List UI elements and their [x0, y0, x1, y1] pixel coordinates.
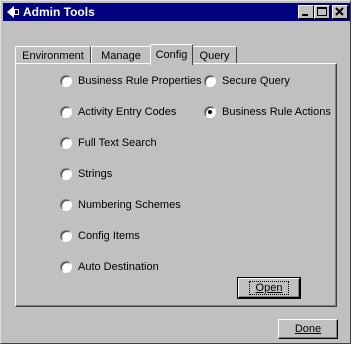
radio-button[interactable]	[60, 137, 72, 149]
open-button-label: Open	[255, 282, 283, 294]
maximize-button[interactable]	[314, 5, 330, 19]
option-label: Config Items	[78, 230, 140, 242]
option-label: Strings	[78, 168, 113, 180]
option-activity-entry-codes[interactable]: Activity Entry Codes	[60, 106, 176, 118]
minimize-icon	[302, 14, 308, 16]
option-business-rule-properties[interactable]: Business Rule Properties	[60, 75, 202, 87]
window-title: Admin Tools	[23, 5, 95, 19]
radio-button[interactable]	[60, 75, 72, 87]
tab-strip: Environment Manage Config Query	[15, 44, 335, 65]
option-label: Business Rule Properties	[78, 75, 202, 87]
title-bar[interactable]: Admin Tools	[3, 3, 350, 21]
tab-environment[interactable]: Environment	[15, 46, 91, 64]
option-label: Business Rule Actions	[222, 106, 331, 118]
option-label: Numbering Schemes	[78, 199, 181, 211]
option-full-text-search[interactable]: Full Text Search	[60, 137, 157, 149]
option-label: Auto Destination	[78, 261, 159, 273]
tab-query[interactable]: Query	[192, 46, 237, 64]
radio-button-selected[interactable]	[204, 106, 216, 118]
radio-button[interactable]	[204, 75, 216, 87]
window-controls	[298, 5, 348, 19]
option-strings[interactable]: Strings	[60, 168, 112, 180]
maximize-icon	[317, 7, 327, 16]
radio-button[interactable]	[60, 199, 72, 211]
open-button[interactable]: Open	[237, 277, 301, 299]
radio-button[interactable]	[60, 230, 72, 242]
close-button[interactable]	[332, 5, 348, 19]
close-icon	[335, 7, 344, 16]
focus-rect: Open	[248, 281, 290, 295]
config-tab-panel: Business Rule Properties Activity Entry …	[15, 63, 337, 307]
option-label: Activity Entry Codes	[78, 106, 177, 118]
option-secure-query[interactable]: Secure Query	[204, 75, 290, 87]
tab-label: Config	[155, 49, 188, 61]
tab-label: Manage	[101, 49, 141, 62]
done-button-label: Done	[294, 323, 322, 335]
admin-tools-app-icon[interactable]	[6, 5, 20, 19]
option-label: Full Text Search	[78, 137, 157, 149]
tab-label: Environment	[22, 49, 84, 62]
option-auto-destination[interactable]: Auto Destination	[60, 261, 159, 273]
admin-tools-window: Admin Tools Environment Manage Config Qu…	[0, 0, 351, 344]
option-label: Secure Query	[222, 75, 290, 87]
option-business-rule-actions[interactable]: Business Rule Actions	[204, 106, 331, 118]
option-config-items[interactable]: Config Items	[60, 230, 140, 242]
done-button[interactable]: Done	[278, 319, 338, 339]
radio-button[interactable]	[60, 106, 72, 118]
radio-button[interactable]	[60, 168, 72, 180]
tab-label: Query	[199, 49, 230, 62]
tab-config[interactable]: Config	[150, 44, 193, 65]
minimize-button[interactable]	[298, 5, 314, 19]
option-numbering-schemes[interactable]: Numbering Schemes	[60, 199, 181, 211]
tab-manage[interactable]: Manage	[91, 46, 151, 64]
radio-button[interactable]	[60, 261, 72, 273]
